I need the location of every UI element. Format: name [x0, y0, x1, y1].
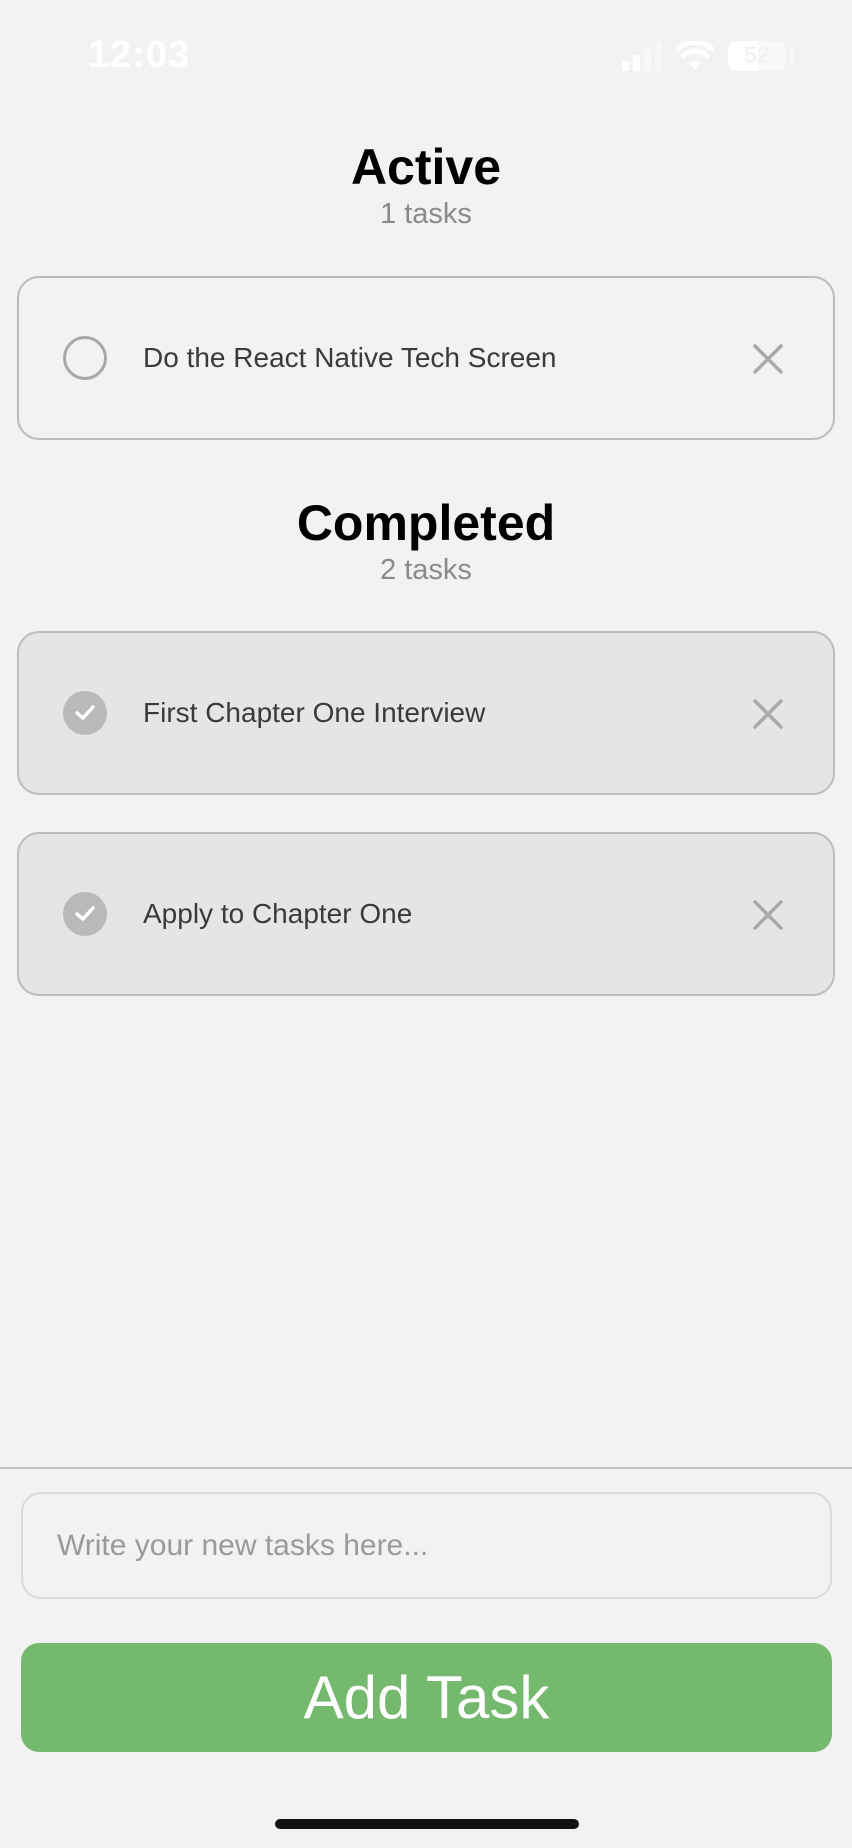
active-count: 1 tasks: [380, 198, 472, 230]
app-screen: 12:03 52 Active 1 tasks Do the React Nat…: [0, 0, 852, 1848]
completed-section-header: Completed 2 tasks: [0, 494, 852, 588]
status-time: 12:03: [88, 34, 191, 76]
check-circle-icon[interactable]: [63, 691, 107, 735]
task-label: Apply to Chapter One: [143, 898, 413, 929]
new-task-input[interactable]: [21, 1492, 832, 1599]
active-title: Active: [350, 139, 502, 195]
task-card-completed[interactable]: Apply to Chapter One: [17, 832, 835, 996]
completed-title: Completed: [296, 495, 556, 551]
task-label: First Chapter One Interview: [143, 697, 486, 728]
add-task-button[interactable]: Add Task: [21, 1643, 832, 1752]
check-circle-icon[interactable]: [63, 892, 107, 936]
home-indicator[interactable]: [275, 1819, 579, 1829]
status-bar: 12:03 52: [0, 0, 852, 110]
completed-count: 2 tasks: [380, 554, 472, 586]
task-card-completed[interactable]: First Chapter One Interview: [17, 631, 835, 795]
close-icon[interactable]: [751, 898, 785, 932]
battery-icon: 52: [728, 41, 786, 71]
close-icon[interactable]: [751, 697, 785, 731]
battery-cap: [790, 50, 794, 62]
circle-outline-icon[interactable]: [63, 336, 107, 380]
close-icon[interactable]: [751, 342, 785, 376]
task-card[interactable]: Do the React Native Tech Screen: [17, 276, 835, 440]
active-section-header: Active 1 tasks: [0, 138, 852, 232]
battery-level: 52: [743, 42, 771, 69]
task-label: Do the React Native Tech Screen: [143, 342, 557, 373]
composer-divider: [0, 1467, 852, 1469]
cellular-signal-icon: [622, 41, 662, 71]
status-icons: 52: [622, 38, 794, 74]
wifi-icon: [676, 41, 714, 70]
